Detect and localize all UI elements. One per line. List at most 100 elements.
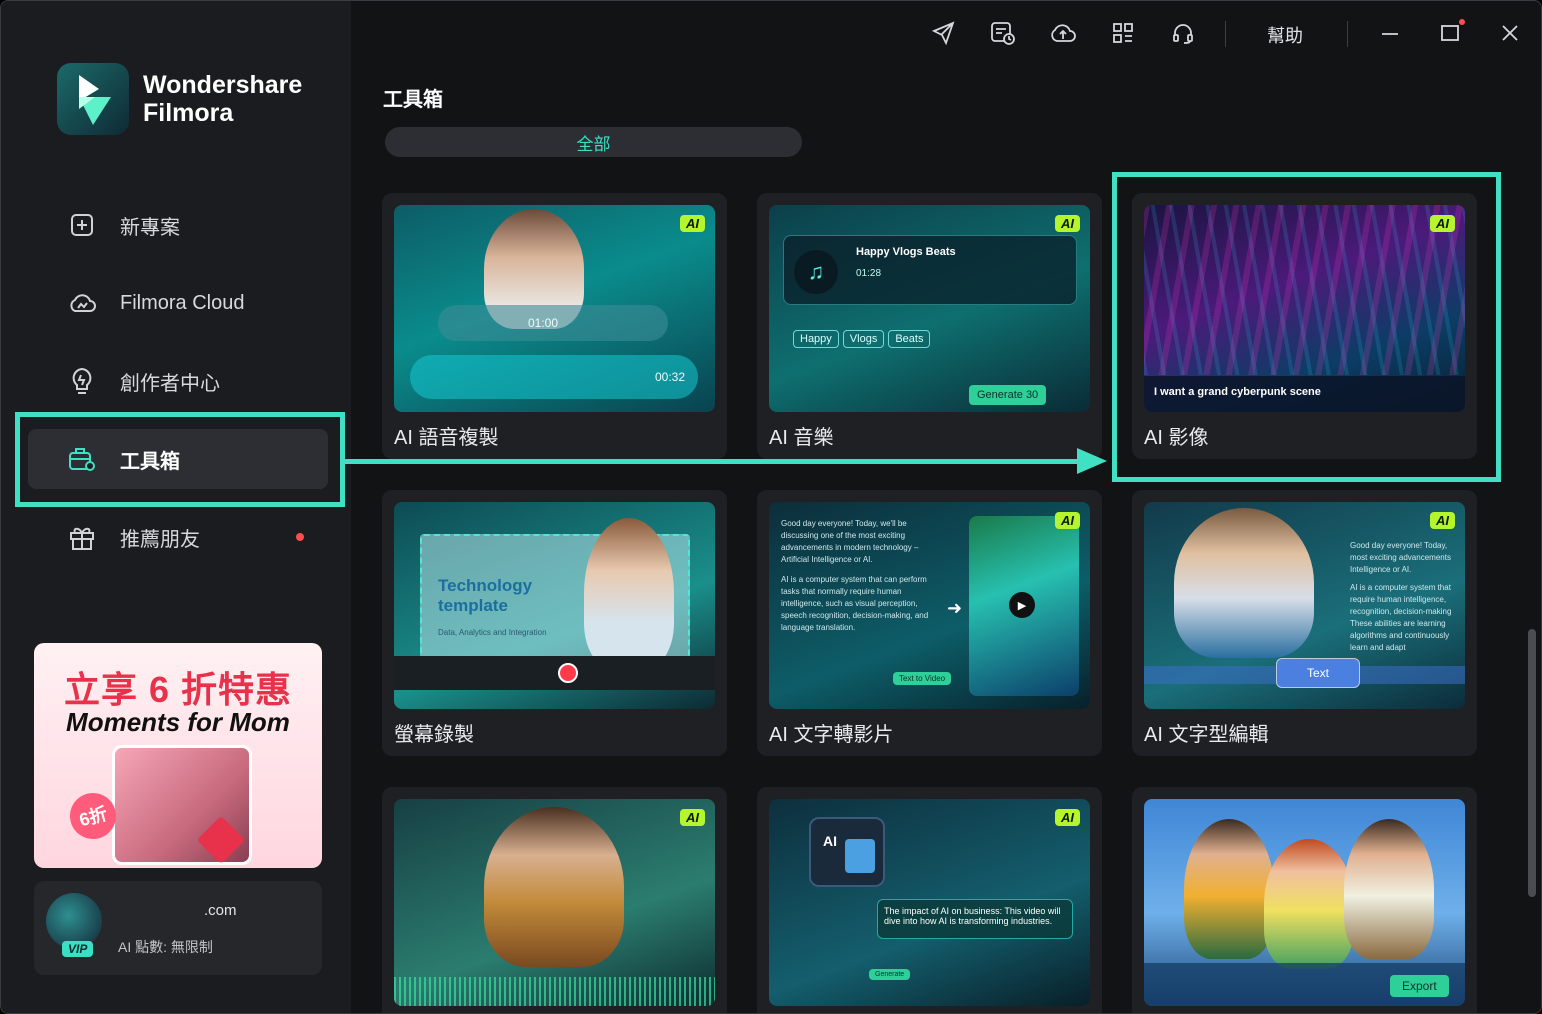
brand-line1: Wondershare <box>143 71 303 99</box>
card-label: AI 語音複製 <box>394 427 499 449</box>
chip: Happy <box>793 330 839 348</box>
ai-badge: AI <box>1055 809 1080 826</box>
chip: Beats <box>888 330 931 348</box>
text-to-video-button: Text to Video <box>893 672 952 685</box>
text-chip: Text <box>1276 658 1360 688</box>
plus-square-icon <box>64 207 100 243</box>
genre-chips: Happy Vlogs Beats <box>793 329 934 348</box>
generate-button: Generate 30 <box>969 385 1047 405</box>
tool-card-ai-text-based-editing[interactable]: Good day everyone! Today, most exciting … <box>1132 490 1477 756</box>
card-thumbnail: AI The impact of AI on business: This vi… <box>769 799 1090 1006</box>
waveform <box>394 977 715 1006</box>
track-title: Happy Vlogs Beats <box>856 246 956 258</box>
card-thumbnail: Good day everyone! Today, most exciting … <box>1144 502 1465 709</box>
dancer-image <box>1184 819 1274 959</box>
help-menu[interactable]: 幫助 <box>1267 22 1303 48</box>
sidebar-item-refer-friends[interactable]: 推薦朋友 <box>28 507 328 567</box>
card-label: AI 文字轉影片 <box>769 724 894 746</box>
export-button: Export <box>1390 975 1449 997</box>
notification-dot <box>1459 19 1465 25</box>
ai-badge: AI <box>680 809 705 826</box>
generate-label: Generate <box>977 389 1023 401</box>
scrollbar[interactable] <box>1528 629 1536 897</box>
script-text: Good day everyone! Today, we'll be discu… <box>781 518 931 634</box>
tool-card-ai-text[interactable]: AI The impact of AI on business: This vi… <box>757 787 1102 1013</box>
tool-card-ai-voice-clone[interactable]: 01:00 00:32 AI AI 語音複製 <box>382 193 727 459</box>
close-icon[interactable] <box>1496 19 1524 47</box>
highlight-toolbox <box>15 412 345 507</box>
lightbulb-icon <box>64 363 100 399</box>
promo-title: 立享 6 折特惠 <box>63 669 293 710</box>
generate-button: Generate <box>869 969 911 980</box>
presenter-image <box>1174 508 1314 658</box>
tool-card-ai-text-to-video[interactable]: Good day everyone! Today, we'll be discu… <box>757 490 1102 756</box>
sidebar-item-label: 新專案 <box>120 216 180 239</box>
sidebar-item-creator-hub[interactable]: 創作者中心 <box>28 351 328 411</box>
sidebar-item-new-project[interactable]: 新專案 <box>28 195 328 255</box>
slide-subtitle: Data, Analytics and Integration <box>438 628 547 637</box>
account-panel[interactable]: VIP .com AI 點數: 無限制 <box>34 881 322 975</box>
account-email: .com <box>204 902 237 919</box>
sidebar-item-label: 推薦朋友 <box>120 528 200 551</box>
tool-card-ai-dance[interactable]: Export <box>1132 787 1477 1013</box>
card-thumbnail: Export <box>1144 799 1465 1006</box>
vip-badge: VIP <box>62 941 94 957</box>
notification-dot <box>296 533 304 541</box>
music-note-icon: ♫ <box>794 250 838 294</box>
waveform: 01:00 <box>438 305 668 341</box>
ai-badge: AI <box>1055 215 1080 232</box>
minimize-icon[interactable] <box>1376 19 1404 47</box>
divider <box>1347 21 1348 47</box>
headset-icon[interactable] <box>1169 19 1197 47</box>
music-track-panel: ♫ Happy Vlogs Beats 01:28 <box>783 235 1077 305</box>
calendar-clock-icon[interactable] <box>989 19 1017 47</box>
sidebar-item-label: 創作者中心 <box>120 372 220 395</box>
waveform-time: 00:32 <box>655 370 686 384</box>
filter-all-tab[interactable]: 全部 <box>385 127 802 157</box>
ai-robot-icon: AI <box>809 817 885 887</box>
tool-card-screen-recorder[interactable]: Technology template Data, Analytics and … <box>382 490 727 756</box>
filmora-window: Wondershare Filmora 新專案 Filmora Cloud 創作… <box>0 0 1542 1014</box>
card-label: AI 音樂 <box>769 427 834 449</box>
record-icon <box>558 663 578 683</box>
filmora-logo-icon <box>57 63 129 135</box>
apps-grid-icon[interactable] <box>1109 19 1137 47</box>
waveform: 00:32 <box>410 355 698 399</box>
send-icon[interactable] <box>929 19 957 47</box>
chip: Vlogs <box>842 330 885 348</box>
script-paragraph: AI is a computer system that can perform… <box>781 575 929 632</box>
transcript-paragraph: AI is a computer system that require hum… <box>1350 583 1452 652</box>
video-preview: ▶ <box>969 516 1079 696</box>
page-title: 工具箱 <box>383 89 443 111</box>
brand-line2: Filmora <box>143 99 234 127</box>
cloud-icon <box>64 285 100 321</box>
caption-box: The impact of AI on business: This video… <box>877 899 1073 939</box>
sidebar-item-filmora-cloud[interactable]: Filmora Cloud <box>28 273 328 333</box>
ai-badge: AI <box>1430 512 1455 529</box>
transcript-paragraph: Good day everyone! Today, most exciting … <box>1350 541 1451 574</box>
dancer-image <box>1264 839 1354 969</box>
tool-card-podcast[interactable]: AI <box>382 787 727 1013</box>
cloud-upload-icon[interactable] <box>1049 19 1077 47</box>
sidebar: Wondershare Filmora 新專案 Filmora Cloud 創作… <box>1 1 351 1013</box>
ai-points: AI 點數: 無限制 <box>118 939 213 955</box>
ai-badge: AI <box>680 215 705 232</box>
presenter-image <box>584 518 674 668</box>
ai-robot-face <box>845 839 875 873</box>
card-thumbnail: Good day everyone! Today, we'll be discu… <box>769 502 1090 709</box>
track-time: 01:28 <box>856 268 882 279</box>
tool-card-ai-music[interactable]: ♫ Happy Vlogs Beats 01:28 Happy Vlogs Beat… <box>757 193 1102 459</box>
annotation-arrow <box>344 459 1084 464</box>
card-thumbnail: AI <box>394 799 715 1006</box>
ai-badge: AI <box>1055 512 1080 529</box>
promo-subtitle: Moments for Mom <box>66 707 290 737</box>
promo-banner[interactable]: 立享 6 折特惠 Moments for Mom 6折 <box>34 643 322 868</box>
card-label: 螢幕錄製 <box>394 724 474 746</box>
credits-count: 30 <box>1025 389 1039 401</box>
arrow-head-icon <box>1077 448 1107 474</box>
podcaster-image <box>484 807 624 967</box>
waveform-time: 01:00 <box>528 316 559 330</box>
gift-icon <box>64 519 100 555</box>
script-paragraph: Good day everyone! Today, we'll be discu… <box>781 519 919 564</box>
card-label: AI 文字型編輯 <box>1144 724 1269 746</box>
